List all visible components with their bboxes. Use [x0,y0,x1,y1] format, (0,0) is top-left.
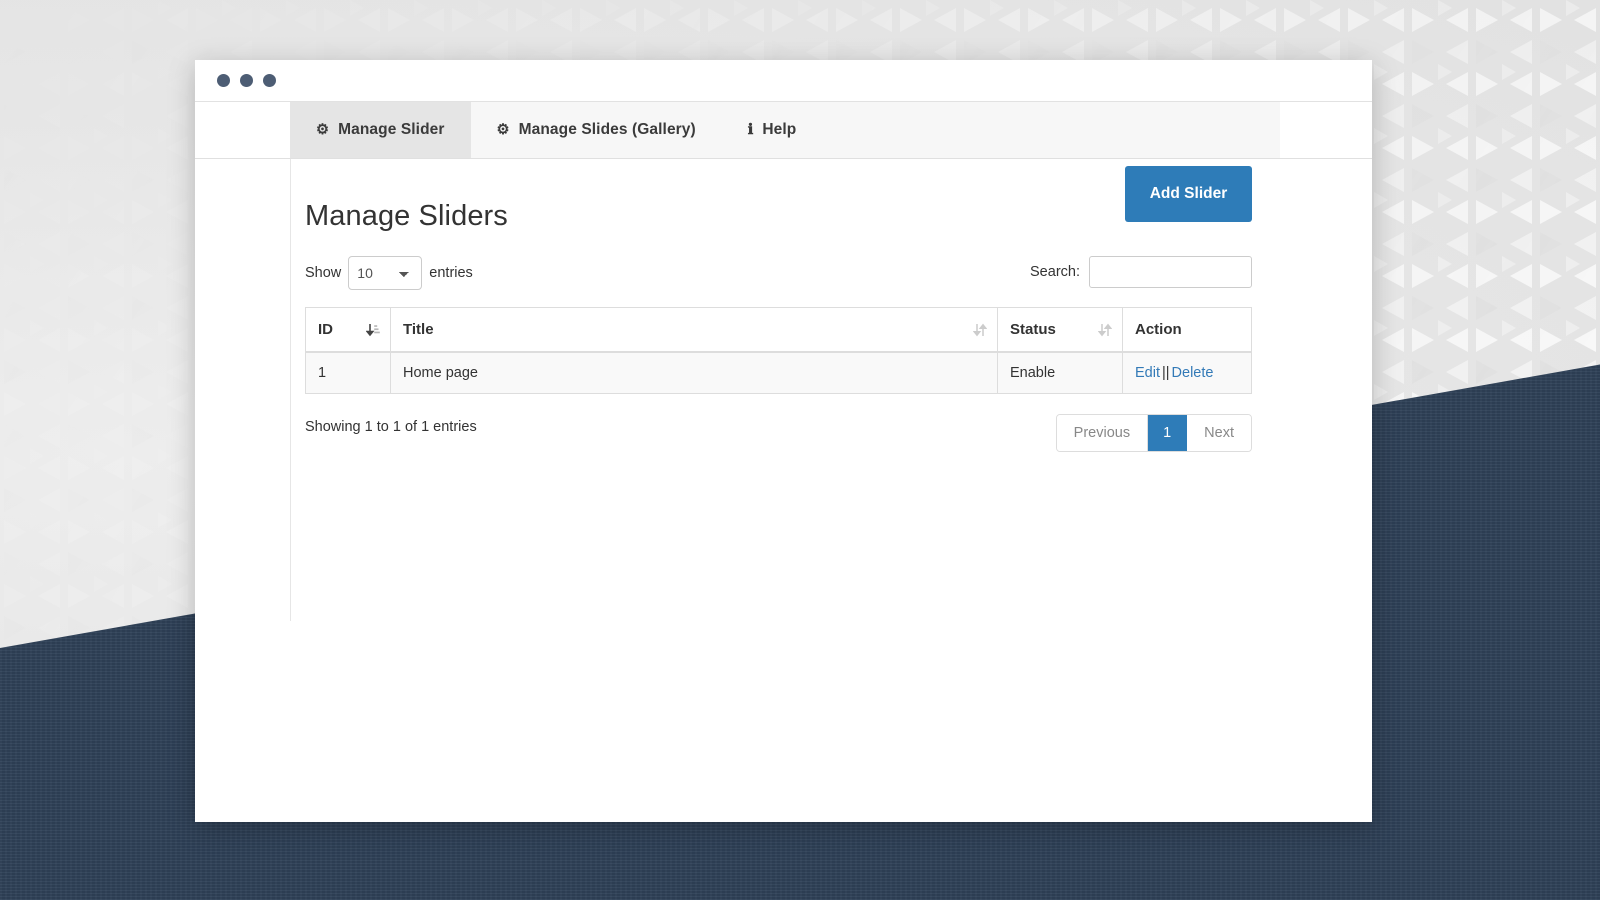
column-header-status[interactable]: Status [997,307,1123,353]
sort-none-icon [973,323,987,336]
column-header-status-label: Status [1010,321,1056,338]
tab-manage-slider[interactable]: ⚙ Manage Slider [290,102,471,158]
table-head: ID Title Status Action [305,307,1252,353]
search-label: Search: [1030,264,1080,280]
edit-link[interactable]: Edit [1135,365,1160,381]
search-control: Search: [1030,256,1252,288]
cell-status: Enable [997,351,1123,394]
page-header: Manage Sliders Add Slider [305,159,1252,256]
page-length-select[interactable]: 10 25 50 100 [348,256,423,290]
desktop-background: ⚙ Manage Slider ⚙ Manage Slides (Gallery… [0,0,1600,900]
entries-label: entries [429,265,473,281]
pagination-page-1[interactable]: 1 [1148,415,1188,451]
sliders-table: ID Title Status Action 1 Home page Enabl… [305,307,1252,394]
column-header-id[interactable]: ID [305,307,391,353]
gear-icon: ⚙ [316,121,330,138]
page-container: Manage Sliders Add Slider Show 10 25 50 … [305,159,1252,464]
table-footer: Showing 1 to 1 of 1 entries Previous 1 N… [305,414,1252,464]
cell-title: Home page [390,351,998,394]
search-input[interactable] [1089,256,1252,288]
column-header-action-label: Action [1135,321,1182,338]
tab-help[interactable]: ℹ Help [722,102,823,158]
window-dot-1[interactable] [217,74,230,87]
pagination-next[interactable]: Next [1187,415,1251,451]
column-header-id-label: ID [318,321,333,338]
tab-manage-slides-gallery[interactable]: ⚙ Manage Slides (Gallery) [471,102,722,158]
tab-manage-slider-label: Manage Slider [338,121,445,138]
table-controls: Show 10 25 50 100 entries Search: [305,256,1252,300]
sidebar-divider [290,159,291,621]
table-row: 1 Home page Enable Edit || Delete [305,351,1252,394]
show-label: Show [305,265,342,281]
action-separator: || [1162,365,1170,381]
column-header-title-label: Title [403,321,434,338]
cell-action: Edit || Delete [1122,351,1252,394]
column-header-action: Action [1122,307,1252,353]
tab-manage-slides-gallery-label: Manage Slides (Gallery) [518,121,696,138]
table-header-row: ID Title Status Action [305,307,1252,353]
browser-window: ⚙ Manage Slider ⚙ Manage Slides (Gallery… [195,60,1372,822]
page-title: Manage Sliders [305,200,508,233]
sort-ascending-icon [366,323,380,336]
window-dot-2[interactable] [240,74,253,87]
page-length-control: Show 10 25 50 100 entries [305,256,473,290]
column-header-title[interactable]: Title [390,307,998,353]
gear-icon: ⚙ [496,121,510,138]
tab-bar: ⚙ Manage Slider ⚙ Manage Slides (Gallery… [195,102,1372,159]
pagination-previous[interactable]: Previous [1056,415,1149,451]
cell-id: 1 [305,351,391,394]
delete-link[interactable]: Delete [1172,365,1214,381]
table-body: 1 Home page Enable Edit || Delete [305,351,1252,394]
tab-help-label: Help [762,121,797,138]
window-titlebar [195,60,1372,102]
window-dot-3[interactable] [263,74,276,87]
info-icon: ℹ [747,121,754,138]
add-slider-button[interactable]: Add Slider [1125,166,1252,222]
sort-none-icon [1098,323,1112,336]
content-area: Manage Sliders Add Slider Show 10 25 50 … [195,159,1372,822]
table-info: Showing 1 to 1 of 1 entries [305,419,477,435]
pagination: Previous 1 Next [1055,414,1252,452]
